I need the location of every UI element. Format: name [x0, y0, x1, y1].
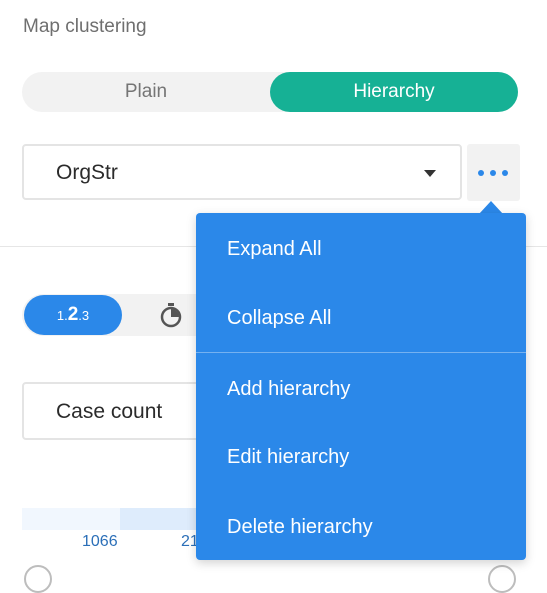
slider-handle[interactable] [488, 565, 516, 593]
menu-item-delete-hierarchy[interactable]: Delete hierarchy [196, 497, 526, 557]
menu-item-add-hierarchy[interactable]: Add hierarchy [196, 359, 526, 419]
more-dots-icon [478, 170, 484, 176]
legend-color-bin [22, 508, 122, 530]
hierarchy-select[interactable]: OrgStr [22, 144, 462, 200]
more-dots-icon [490, 170, 496, 176]
menu-divider [196, 352, 526, 353]
toggle-hierarchy-option[interactable]: Hierarchy [270, 72, 518, 112]
hierarchy-options-menu: Expand All Collapse All Add hierarchy Ed… [196, 213, 526, 560]
legend-label: 1066 [82, 533, 118, 550]
slider-handle[interactable] [24, 565, 52, 593]
number-format-toggle: 1.2.3 [22, 294, 222, 336]
metric-select-value: Case count [56, 400, 163, 423]
number-format-option-numeric[interactable]: 1.2.3 [24, 295, 122, 335]
menu-item-collapse-all[interactable]: Collapse All [196, 288, 526, 348]
menu-item-edit-hierarchy[interactable]: Edit hierarchy [196, 427, 526, 487]
number-format-label-big: 2 [67, 304, 79, 325]
chevron-down-icon [424, 170, 436, 177]
more-dots-icon [502, 170, 508, 176]
more-options-button[interactable] [467, 144, 520, 201]
section-title: Map clustering [23, 16, 147, 37]
metric-select[interactable]: Case count [22, 382, 222, 440]
clustering-mode-toggle: Plain Hierarchy [22, 72, 518, 112]
number-format-label-small: 1. [56, 308, 68, 323]
toggle-plain-option[interactable]: Plain [22, 72, 270, 112]
number-format-label-small: .3 [78, 308, 90, 323]
hierarchy-select-value: OrgStr [56, 161, 118, 184]
menu-item-expand-all[interactable]: Expand All [196, 219, 526, 279]
stopwatch-icon[interactable] [158, 302, 184, 328]
